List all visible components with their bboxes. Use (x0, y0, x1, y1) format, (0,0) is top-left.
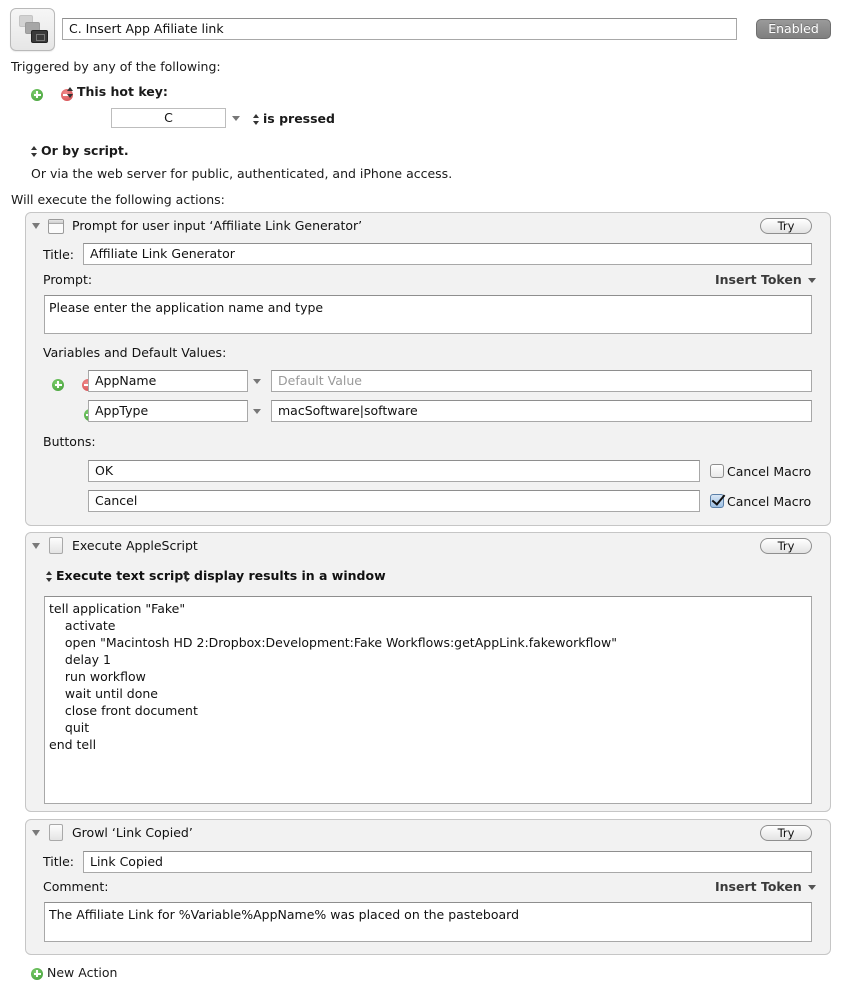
stepper-icon (184, 570, 191, 583)
hotkey-condition-label: is pressed (263, 111, 335, 126)
macro-group-icon[interactable] (10, 8, 55, 51)
results-label: display results in a window (194, 568, 386, 583)
cancel-macro-label: Cancel Macro (727, 494, 812, 509)
variables-label: Variables and Default Values: (43, 345, 227, 360)
web-server-text: Or via the web server for public, authen… (31, 166, 453, 181)
action-prompt-panel: Prompt for user input ‘Affiliate Link Ge… (25, 212, 831, 526)
results-popup[interactable]: display results in a window (184, 568, 386, 583)
insert-token-menu[interactable]: Insert Token (715, 879, 816, 894)
button-name-field[interactable]: OK (88, 460, 700, 482)
try-button[interactable]: Try (760, 218, 812, 234)
hotkey-dropdown-icon[interactable] (232, 116, 240, 121)
cancel-macro-checkbox[interactable] (710, 464, 724, 478)
button-name-field[interactable]: Cancel (88, 490, 700, 512)
try-button[interactable]: Try (760, 538, 812, 554)
variable-dropdown-icon[interactable] (253, 409, 261, 414)
buttons-label: Buttons: (43, 434, 96, 449)
action-title: Growl ‘Link Copied’ (72, 825, 193, 840)
action-title: Prompt for user input ‘Affiliate Link Ge… (72, 218, 363, 233)
hotkey-trigger-popup[interactable]: This hot key: (67, 84, 168, 99)
execute-mode-label: Execute text script (56, 568, 190, 583)
title-label: Title: (43, 854, 74, 869)
prompt-textarea[interactable]: Please enter the application name and ty… (44, 295, 812, 334)
execute-mode-popup[interactable]: Execute text script (46, 568, 189, 583)
script-trigger-popup[interactable]: Or by script. (31, 143, 129, 158)
action-applescript-panel: Execute AppleScript Try Execute text scr… (25, 532, 831, 812)
cancel-macro-label: Cancel Macro (727, 464, 812, 479)
stepper-icon (31, 145, 38, 158)
hotkey-condition-popup[interactable]: is pressed (253, 111, 335, 126)
macro-name-field[interactable]: C. Insert App Afiliate link (62, 18, 737, 40)
script-document-icon (49, 537, 63, 554)
actions-heading: Will execute the following actions: (11, 192, 225, 207)
add-variable-icon[interactable] (52, 378, 64, 391)
comment-textarea[interactable]: The Affiliate Link for %Variable%AppName… (44, 902, 812, 942)
stepper-icon (67, 86, 74, 99)
hotkey-trigger-label: This hot key: (77, 84, 168, 99)
hotkey-field[interactable]: C (111, 108, 226, 128)
action-growl-panel: Growl ‘Link Copied’ Try Title: Link Copi… (25, 819, 831, 955)
add-trigger-icon[interactable] (31, 88, 43, 101)
enabled-button[interactable]: Enabled (756, 19, 831, 39)
cancel-macro-checkbox[interactable] (710, 494, 724, 508)
insert-token-label: Insert Token (715, 272, 802, 287)
script-textarea[interactable]: tell application "Fake" activate open "M… (44, 596, 812, 804)
disclosure-triangle-icon[interactable] (32, 830, 40, 836)
action-title: Execute AppleScript (72, 538, 198, 553)
growl-document-icon (49, 824, 63, 841)
chevron-down-icon (807, 278, 816, 283)
variable-dropdown-icon[interactable] (253, 379, 261, 384)
comment-label: Comment: (43, 879, 109, 894)
variable-default-field[interactable]: Default Value (271, 370, 812, 392)
prompt-label: Prompt: (43, 272, 93, 287)
triggers-heading: Triggered by any of the following: (11, 59, 221, 74)
variable-default-field[interactable]: macSoftware|software (271, 400, 812, 422)
stepper-icon (253, 113, 260, 126)
chevron-down-icon (807, 885, 816, 890)
add-action-icon (31, 967, 43, 980)
try-button[interactable]: Try (760, 825, 812, 841)
variable-name-field[interactable]: AppType (88, 400, 248, 422)
title-label: Title: (43, 247, 74, 262)
disclosure-triangle-icon[interactable] (32, 543, 40, 549)
disclosure-triangle-icon[interactable] (32, 223, 40, 229)
window-icon (48, 219, 64, 234)
prompt-title-field[interactable]: Affiliate Link Generator (83, 243, 812, 265)
script-trigger-label: Or by script. (41, 143, 129, 158)
new-action-label: New Action (47, 965, 118, 980)
growl-title-field[interactable]: Link Copied (83, 851, 812, 873)
insert-token-label: Insert Token (715, 879, 802, 894)
stepper-icon (46, 570, 53, 583)
insert-token-menu[interactable]: Insert Token (715, 272, 816, 287)
new-action-button[interactable]: New Action (31, 965, 117, 980)
variable-name-field[interactable]: AppName (88, 370, 248, 392)
